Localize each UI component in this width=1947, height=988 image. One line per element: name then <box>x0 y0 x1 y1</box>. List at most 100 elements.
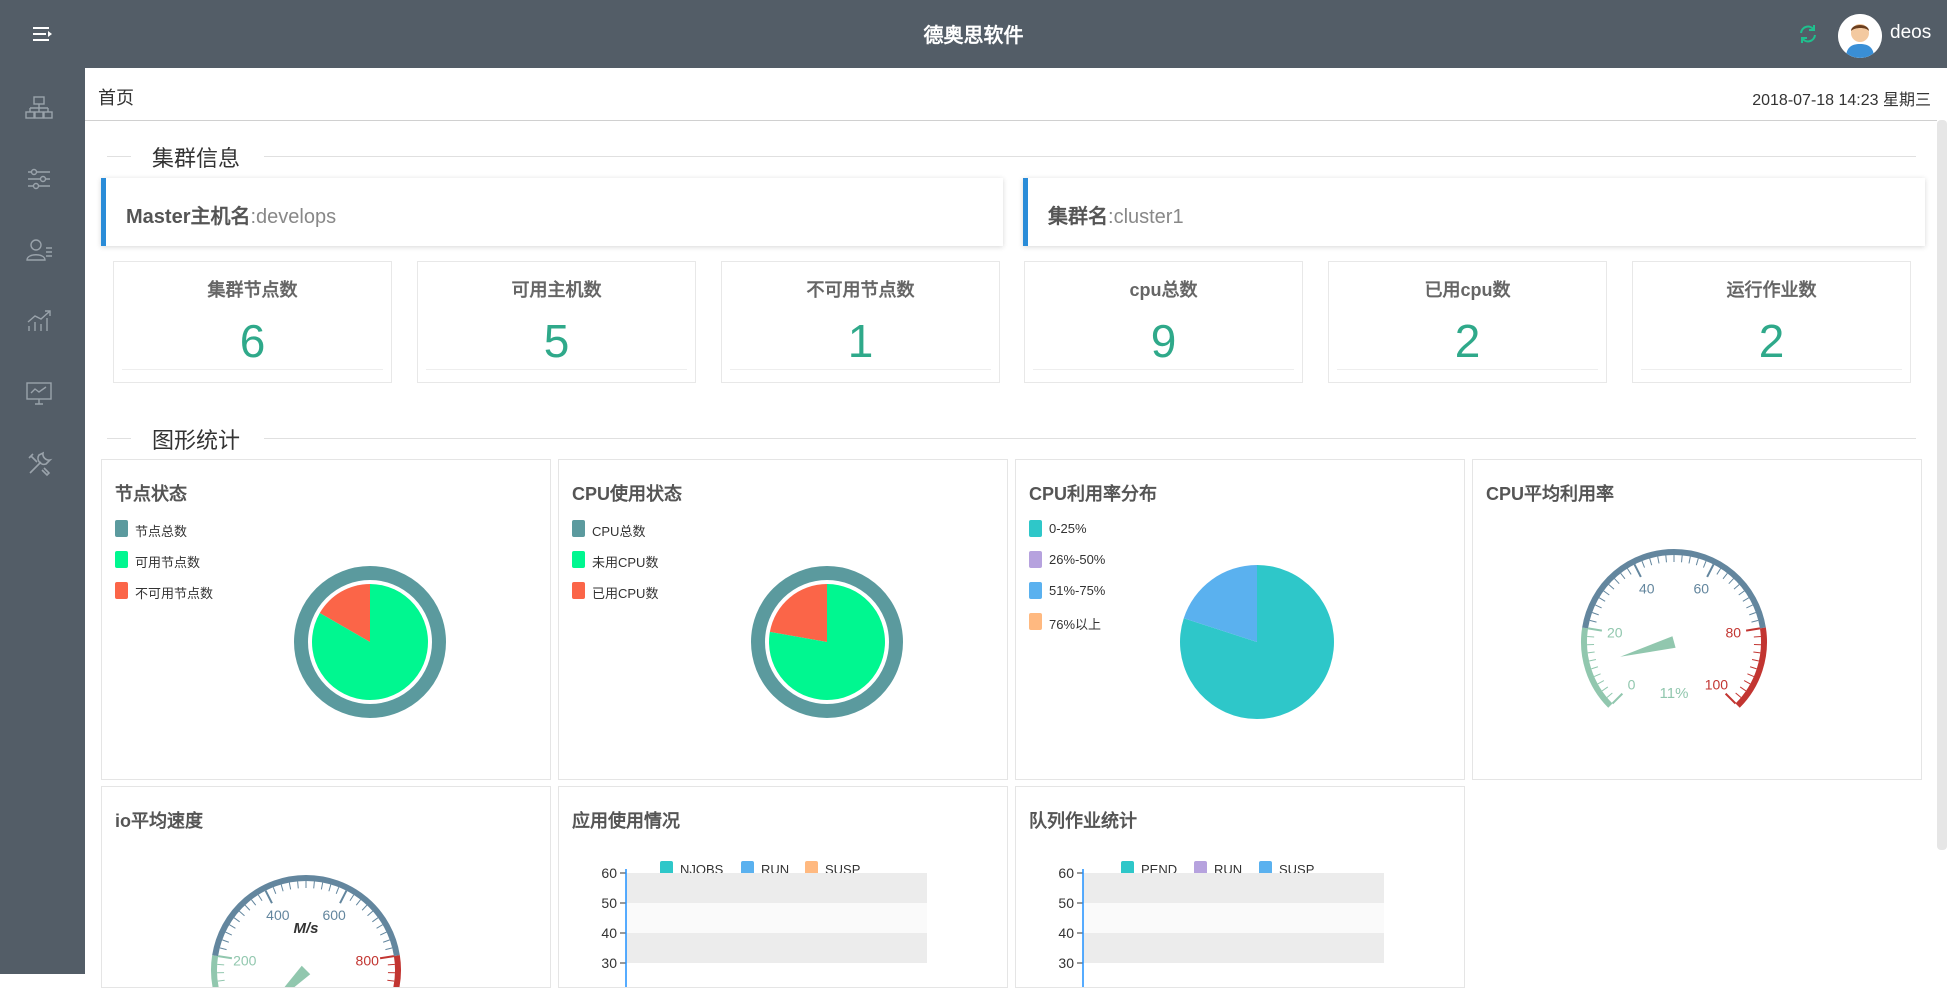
y-tick-label: 30 <box>1058 955 1074 971</box>
gauge-tick-label: 80 <box>1725 625 1741 641</box>
gauge-tick <box>1739 591 1745 595</box>
stat-value: 1 <box>722 314 999 368</box>
user-list-icon[interactable] <box>24 235 54 265</box>
gauge-tick <box>1658 557 1659 564</box>
gauge-tick <box>1707 564 1713 576</box>
gauge-tick <box>1726 694 1736 704</box>
gauge-tick <box>1589 659 1596 661</box>
gauge-tick-label: 60 <box>1693 581 1709 597</box>
gauge-tick <box>1703 561 1706 568</box>
panel-cpu-distribution: CPU利用率分布 0-25% 26%-50% 51%-75% 76%以上 <box>1015 459 1465 780</box>
top-bar: 德奥思软件 deos <box>0 0 1947 68</box>
y-tick-label: 50 <box>601 895 617 911</box>
gauge-tick <box>218 956 232 958</box>
monitor-icon[interactable] <box>24 378 54 408</box>
panel-cpu-status: CPU使用状态 CPU总数 未用CPU数 已用CPU数 <box>558 459 1008 780</box>
scrollbar[interactable] <box>1937 120 1947 850</box>
section-charts: 图形统计 <box>107 423 1916 453</box>
stat-card-unavailable-nodes: 不可用节点数 1 <box>721 261 1000 383</box>
cluster-name-key: 集群名 <box>1048 206 1108 228</box>
refresh-icon[interactable] <box>1796 22 1820 46</box>
gauge-tick <box>1612 694 1622 704</box>
datetime: 2018-07-18 14:23 星期三 <box>1752 86 1931 110</box>
stat-card-running-jobs: 运行作业数 2 <box>1632 261 1911 383</box>
gauge-tick <box>245 905 250 910</box>
panel-queue-stats: 队列作业统计 PEND RUN SUSP 60504030 <box>1015 786 1465 988</box>
master-host-value: develops <box>256 206 336 228</box>
grid-band <box>626 903 927 933</box>
breadcrumb[interactable]: 首页 <box>98 84 134 110</box>
stat-label: 已用cpu数 <box>1329 276 1606 302</box>
master-host-key: Master主机名 <box>126 206 250 228</box>
gauge-tick <box>1749 613 1756 615</box>
grid-band <box>1083 903 1384 933</box>
tools-icon[interactable] <box>24 449 54 479</box>
gauge-tick <box>1607 693 1612 697</box>
gauge-tick <box>350 895 354 901</box>
avatar[interactable] <box>1838 14 1882 58</box>
gauge-tick <box>1746 605 1752 608</box>
gauge-tick <box>336 887 339 894</box>
gauge-tick <box>218 980 225 981</box>
stat-value: 9 <box>1025 314 1302 368</box>
gauge-tick-label: 800 <box>356 952 380 968</box>
gauge-tick <box>329 885 331 892</box>
gauge-tick <box>1592 613 1599 615</box>
gauge-tick <box>1723 573 1727 579</box>
gauge-tick <box>1746 628 1760 630</box>
gauge-tick-label: 40 <box>1639 581 1655 597</box>
gauge-tick <box>222 940 229 942</box>
app-title: 德奥思软件 <box>0 0 1947 68</box>
cluster-name-value: cluster1 <box>1114 206 1184 228</box>
gauge-tick <box>387 980 394 981</box>
stat-label: cpu总数 <box>1025 276 1302 302</box>
section-title: 集群信息 <box>152 141 240 173</box>
sliders-icon[interactable] <box>24 164 54 194</box>
sidebar <box>0 68 85 974</box>
gauge-tick <box>1666 555 1667 562</box>
stat-label: 运行作业数 <box>1633 276 1910 302</box>
gauge-tick <box>1602 687 1608 691</box>
stat-label: 不可用节点数 <box>722 276 999 302</box>
gauge-tick <box>1696 558 1698 565</box>
gauge-tick <box>258 895 262 901</box>
gauge-tick <box>266 891 272 903</box>
gauge-tick <box>1682 555 1683 562</box>
gauge-tick <box>1729 579 1734 584</box>
gauge-tick <box>1717 569 1721 575</box>
stat-label: 可用主机数 <box>418 276 695 302</box>
gauge-tick <box>1594 674 1600 677</box>
stat-value: 2 <box>1329 314 1606 368</box>
gauge-tick <box>1621 573 1625 579</box>
panel-io-speed: io平均速度 200400600800M/s <box>101 786 551 988</box>
gauge-tick-label: 0 <box>1628 676 1636 692</box>
panel-cpu-average: CPU平均利用率 02040608010011% <box>1472 459 1922 780</box>
gauge-tick <box>321 883 322 890</box>
gauge-tick <box>1591 667 1598 669</box>
stat-card-cluster-nodes: 集群节点数 6 <box>113 261 392 383</box>
trend-chart-icon[interactable] <box>24 306 54 336</box>
node-status-pie <box>102 460 550 779</box>
gauge-tick <box>1744 681 1750 684</box>
gauge-tick <box>298 881 299 888</box>
y-tick-label: 40 <box>1058 925 1074 941</box>
queue-stats-bar-chart: 60504030 <box>1016 787 1464 987</box>
y-tick-label: 40 <box>601 925 617 941</box>
gauge-tick <box>1635 564 1641 576</box>
gauge-tick <box>1614 579 1619 584</box>
gauge-tick <box>234 918 240 922</box>
gauge-tick <box>1740 687 1746 691</box>
gauge-tick <box>372 918 378 922</box>
stat-label: 集群节点数 <box>114 276 391 302</box>
username[interactable]: deos <box>1890 22 1931 44</box>
grid-band <box>1083 933 1384 963</box>
gauge-tick <box>1604 591 1610 595</box>
sitemap-icon[interactable] <box>24 93 54 123</box>
panel-app-usage: 应用使用情况 NJOBS RUN SUSP 60504030 <box>558 786 1008 988</box>
gauge-tick <box>314 881 315 888</box>
gauge-tick <box>225 932 231 935</box>
cpu-status-pie <box>559 460 1007 779</box>
gauge-tick <box>1642 561 1645 568</box>
gauge-needle <box>266 966 311 987</box>
gauge-tick-label: 600 <box>322 907 346 923</box>
